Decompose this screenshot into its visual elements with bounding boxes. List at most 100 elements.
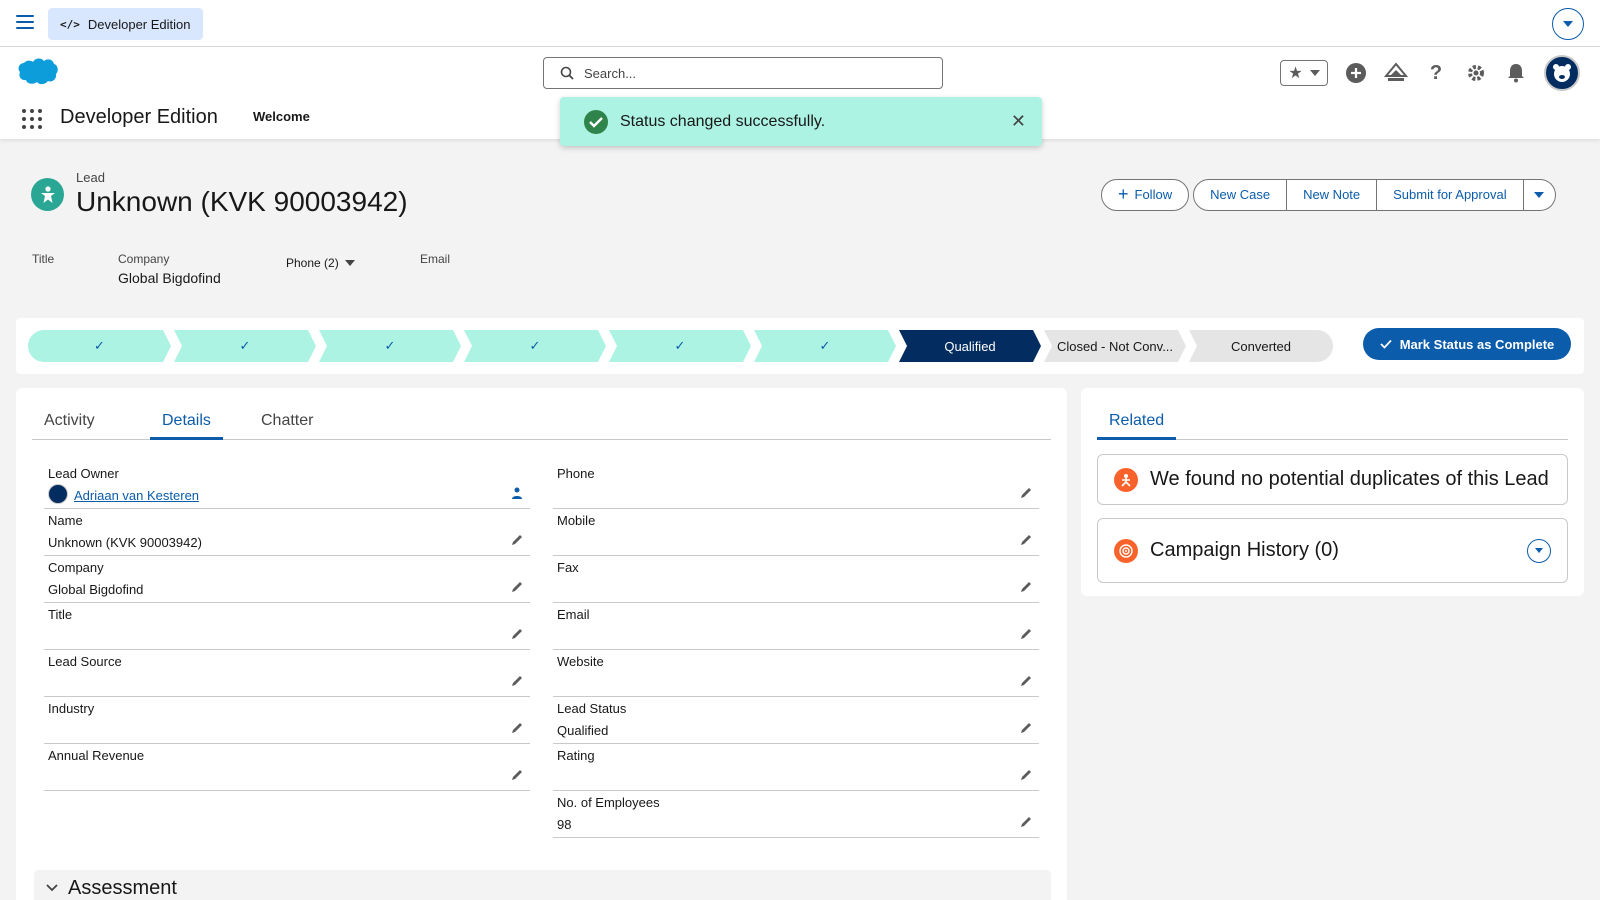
new-note-button[interactable]: New Note (1287, 178, 1378, 211)
field-value: Qualified (557, 723, 609, 738)
field-label: Website (557, 654, 604, 669)
field-phone: Phone (553, 462, 1039, 509)
more-actions-button[interactable] (1523, 178, 1556, 211)
duplicates-card: We found no potential duplicates of this… (1097, 454, 1568, 505)
related-tabs: Related (1097, 388, 1568, 440)
phone-dropdown-label: Phone (2) (286, 256, 339, 270)
field-label: Lead Source (48, 654, 122, 669)
field-value: 98 (557, 817, 572, 832)
edit-pencil-icon[interactable] (1019, 721, 1033, 735)
campaign-history-menu-button[interactable] (1527, 538, 1551, 563)
field-lead-source: Lead Source (44, 650, 530, 697)
field-label: Lead Status (557, 701, 627, 716)
search-icon (560, 66, 574, 80)
edit-pencil-icon[interactable] (1019, 768, 1033, 782)
duplicates-message: We found no potential duplicates of this… (1150, 468, 1549, 490)
nav-tab-welcome[interactable]: Welcome (253, 109, 310, 124)
field-mobile: Mobile (553, 509, 1039, 556)
edit-pencil-icon[interactable] (1019, 627, 1033, 641)
new-case-button[interactable]: New Case (1193, 178, 1288, 211)
change-owner-icon[interactable] (510, 486, 524, 500)
tab-related[interactable]: Related (1097, 412, 1177, 440)
chevron-down-icon (1535, 548, 1543, 553)
path-stage-converted[interactable]: Converted (1189, 330, 1333, 362)
record-type-label: Lead (76, 170, 105, 185)
field-label: Lead Owner (48, 466, 119, 481)
field-label: Annual Revenue (48, 748, 145, 763)
global-search-input[interactable]: Search... (543, 57, 943, 89)
global-actions-icon[interactable] (1344, 61, 1368, 85)
follow-label: Follow (1134, 187, 1173, 202)
edition-tab[interactable]: </> Developer Edition (48, 8, 203, 40)
close-icon[interactable]: ✕ (1011, 111, 1026, 132)
edit-pencil-icon[interactable] (1019, 580, 1033, 594)
header-utility-icons: ★ ? (1280, 55, 1580, 91)
details-card: Activity Details Chatter Lead Owner Adri… (16, 388, 1067, 900)
phone-dropdown[interactable]: Phone (2) (286, 256, 355, 270)
field-value: Unknown (KVK 90003942) (48, 535, 202, 550)
path-stage-2[interactable]: ✓ (174, 330, 316, 362)
status-path: ✓ ✓ ✓ ✓ ✓ ✓ Qualified Closed - Not Conv.… (28, 330, 1336, 362)
follow-button[interactable]: + Follow (1101, 178, 1190, 211)
path-stage-3[interactable]: ✓ (319, 330, 461, 362)
edit-pencil-icon[interactable] (510, 768, 524, 782)
field-label: Phone (557, 466, 595, 481)
path-stage-5[interactable]: ✓ (609, 330, 751, 362)
path-stage-4[interactable]: ✓ (464, 330, 606, 362)
field-value: Global Bigdofind (48, 582, 144, 597)
favorites-button[interactable]: ★ (1280, 60, 1328, 86)
field-name: Name Unknown (KVK 90003942) (44, 509, 530, 556)
top-dropdown-button[interactable] (1552, 8, 1584, 40)
menu-icon[interactable] (16, 15, 34, 31)
search-placeholder: Search... (584, 65, 637, 81)
chevron-down-icon (1534, 191, 1545, 198)
check-icon (1380, 339, 1392, 349)
path-stage-6[interactable]: ✓ (754, 330, 896, 362)
user-avatar[interactable] (1544, 55, 1580, 91)
lead-record-icon (31, 178, 64, 211)
field-label: Email (557, 607, 590, 622)
section-assessment[interactable]: Assessment (34, 870, 1051, 900)
field-no-of-employees: No. of Employees 98 (553, 791, 1039, 838)
chevron-down-icon (1563, 21, 1573, 27)
settings-gear-icon[interactable] (1464, 61, 1488, 85)
plus-icon: + (1118, 184, 1129, 204)
highlight-email-label: Email (420, 252, 451, 266)
record-title: Unknown (KVK 90003942) (76, 186, 408, 217)
record-actions: + Follow New Case New Note Submit for Ap… (1101, 178, 1556, 211)
path-stage-closed-not-converted[interactable]: Closed - Not Conv... (1044, 330, 1186, 362)
path-stage-1[interactable]: ✓ (28, 330, 171, 362)
edit-pencil-icon[interactable] (510, 721, 524, 735)
edit-pencil-icon[interactable] (510, 627, 524, 641)
highlights-panel: Title Company Global Bigdofind Phone (2)… (0, 250, 700, 290)
edit-pencil-icon[interactable] (1019, 674, 1033, 688)
edit-pencil-icon[interactable] (510, 674, 524, 688)
field-industry: Industry (44, 697, 530, 744)
field-label: Rating (557, 748, 595, 763)
notifications-bell-icon[interactable] (1504, 61, 1528, 85)
help-icon[interactable]: ? (1424, 61, 1448, 85)
edit-pencil-icon[interactable] (1019, 533, 1033, 547)
chevron-down-icon (1309, 70, 1320, 76)
tab-details[interactable]: Details (150, 412, 223, 440)
path-stage-qualified[interactable]: Qualified (899, 330, 1041, 362)
field-lead-owner: Lead Owner Adriaan van Kesteren (44, 462, 530, 509)
tab-activity[interactable]: Activity (44, 412, 95, 440)
campaign-history-title[interactable]: Campaign History (0) (1150, 539, 1339, 562)
star-icon: ★ (1288, 65, 1303, 82)
field-label: Industry (48, 701, 95, 716)
edit-pencil-icon[interactable] (1019, 815, 1033, 829)
field-email: Email (553, 603, 1039, 650)
field-label: Fax (557, 560, 579, 575)
success-toast: Status changed successfully. ✕ (560, 97, 1042, 146)
field-label: Name (48, 513, 83, 528)
submit-for-approval-button[interactable]: Submit for Approval (1377, 178, 1524, 211)
trailhead-icon[interactable] (1384, 61, 1408, 85)
edit-pencil-icon[interactable] (1019, 486, 1033, 500)
lead-owner-link[interactable]: Adriaan van Kesteren (74, 488, 199, 503)
edit-pencil-icon[interactable] (510, 533, 524, 547)
app-launcher-icon[interactable] (22, 109, 42, 129)
tab-chatter[interactable]: Chatter (261, 412, 313, 440)
edit-pencil-icon[interactable] (510, 580, 524, 594)
mark-status-complete-button[interactable]: Mark Status as Complete (1363, 328, 1571, 360)
